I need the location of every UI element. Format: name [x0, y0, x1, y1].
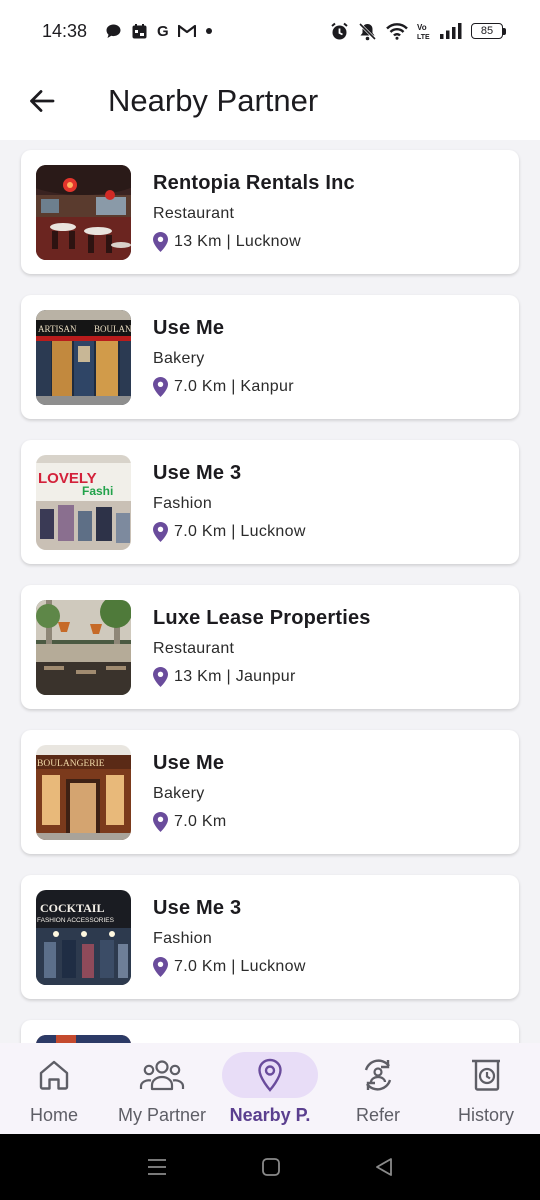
partner-location: 7.0 Km | Kanpur [174, 378, 294, 395]
partner-card[interactable]: ARTISAN BOULANG Use Me Bakery 7.0 Km | K… [21, 295, 519, 419]
partner-category: Bakery [153, 785, 205, 802]
partner-card[interactable]: Rentopia Rentals Inc Restaurant 13 Km | … [21, 150, 519, 274]
location-pin-icon [153, 377, 168, 397]
partner-card[interactable]: LOVELY Fashi Use Me 3 Fashion 7.0 Km | L… [21, 440, 519, 564]
menu-icon[interactable] [146, 1158, 168, 1176]
dot-icon [205, 28, 212, 34]
arrow-left-icon [30, 90, 55, 112]
partner-name: Use Me [153, 317, 225, 339]
nav-item-refer[interactable]: Refer [324, 1043, 432, 1134]
battery-level: 85 [471, 23, 503, 39]
nav-label: History [457, 1105, 514, 1125]
nav-item-my-partner[interactable]: My Partner [108, 1043, 216, 1134]
partner-card[interactable]: BOULANGERIE Use Me Bakery 7.0 Km [21, 730, 519, 854]
people-icon [139, 1060, 185, 1091]
partner-image: ARTISAN BOULANG [36, 309, 131, 405]
partner-location: 7.0 Km [174, 813, 227, 830]
nav-item-nearby-partner[interactable]: Nearby P. [216, 1043, 324, 1134]
location-pin-icon [153, 522, 168, 542]
partner-category: Bakery [153, 350, 205, 367]
partner-name: Luxe Lease Properties [153, 607, 371, 629]
partner-category: Restaurant [153, 640, 235, 657]
chat-bubble-icon [106, 24, 121, 38]
sign-text: FASHION ACCESSORIES [37, 917, 115, 924]
location-pin-icon [258, 1058, 282, 1092]
nav-label: Home [29, 1105, 78, 1125]
bell-off-icon [358, 22, 377, 40]
partner-location: 13 Km | Lucknow [174, 233, 301, 250]
svg-text:Vo: Vo [417, 23, 427, 32]
wifi-icon [386, 23, 408, 40]
partner-location: 7.0 Km | Lucknow [174, 958, 306, 975]
partner-card[interactable]: COCKTAIL FASHION ACCESSORIES Use Me 3 Fa… [21, 875, 519, 999]
status-right-icons: Vo LTE 85 [330, 22, 506, 41]
page-title: Nearby Partner [108, 83, 319, 118]
nav-label: Refer [355, 1105, 400, 1125]
back-button[interactable] [16, 75, 68, 127]
sign-text: BOULANG [94, 324, 131, 334]
home-button-icon[interactable] [261, 1157, 281, 1177]
partner-name: Use Me [153, 752, 225, 774]
nav-label: My Partner [117, 1105, 207, 1125]
volte-icon: Vo LTE [417, 23, 430, 40]
refer-icon [364, 1059, 392, 1091]
partner-image [36, 599, 131, 695]
app-bar: Nearby Partner [0, 62, 540, 140]
system-navigation-bar [0, 1134, 540, 1200]
location-pin-icon [153, 667, 168, 687]
location-pin-icon [153, 957, 168, 977]
bottom-navigation: Home My Partner Nearby P. Refer History [0, 1043, 540, 1134]
partner-card[interactable]: Luxe Lease Properties Restaurant 13 Km |… [21, 585, 519, 709]
svg-text:LTE: LTE [417, 34, 430, 40]
home-icon [39, 1060, 69, 1090]
sign-text: Fashi [82, 484, 113, 498]
back-triangle-icon[interactable] [374, 1157, 394, 1177]
alarm-icon [331, 22, 348, 39]
status-time: 14:38 [42, 20, 88, 41]
partner-list[interactable]: Rentopia Rentals Inc Restaurant 13 Km | … [0, 140, 540, 1043]
google-icon: G [157, 22, 169, 40]
nav-active-indicator [222, 1052, 318, 1098]
partner-image [36, 164, 131, 260]
partner-image [36, 1035, 131, 1043]
partner-name: Rentopia Rentals Inc [153, 172, 355, 194]
partner-image: COCKTAIL FASHION ACCESSORIES [36, 889, 131, 985]
location-pin-icon [153, 232, 168, 252]
sign-text: ARTISAN [38, 324, 77, 334]
status-app-icons: G [105, 23, 213, 40]
partner-category: Fashion [153, 495, 213, 512]
partner-category: Restaurant [153, 205, 235, 222]
sign-text: BOULANGERIE [37, 759, 105, 769]
partner-location: 13 Km | Jaunpur [174, 668, 296, 685]
nav-item-home[interactable]: Home [0, 1043, 108, 1134]
sign-text: COCKTAIL [40, 901, 104, 915]
signal-icon [440, 23, 462, 39]
calendar-icon [132, 23, 147, 38]
location-pin-icon [153, 812, 168, 832]
gmail-icon [177, 24, 196, 37]
partner-name: Use Me 3 [153, 462, 242, 484]
status-bar: 14:38 G Vo LTE 85 [0, 0, 540, 62]
partner-image: LOVELY Fashi [36, 454, 131, 550]
partner-image: BOULANGERIE [36, 744, 131, 840]
battery-indicator: 85 [471, 23, 506, 39]
partner-card[interactable] [21, 1020, 519, 1043]
history-icon [472, 1059, 500, 1091]
partner-location: 7.0 Km | Lucknow [174, 523, 306, 540]
nav-label: Nearby P. [229, 1105, 311, 1125]
partner-name: Use Me 3 [153, 897, 242, 919]
partner-category: Fashion [153, 930, 213, 947]
nav-item-history[interactable]: History [432, 1043, 540, 1134]
